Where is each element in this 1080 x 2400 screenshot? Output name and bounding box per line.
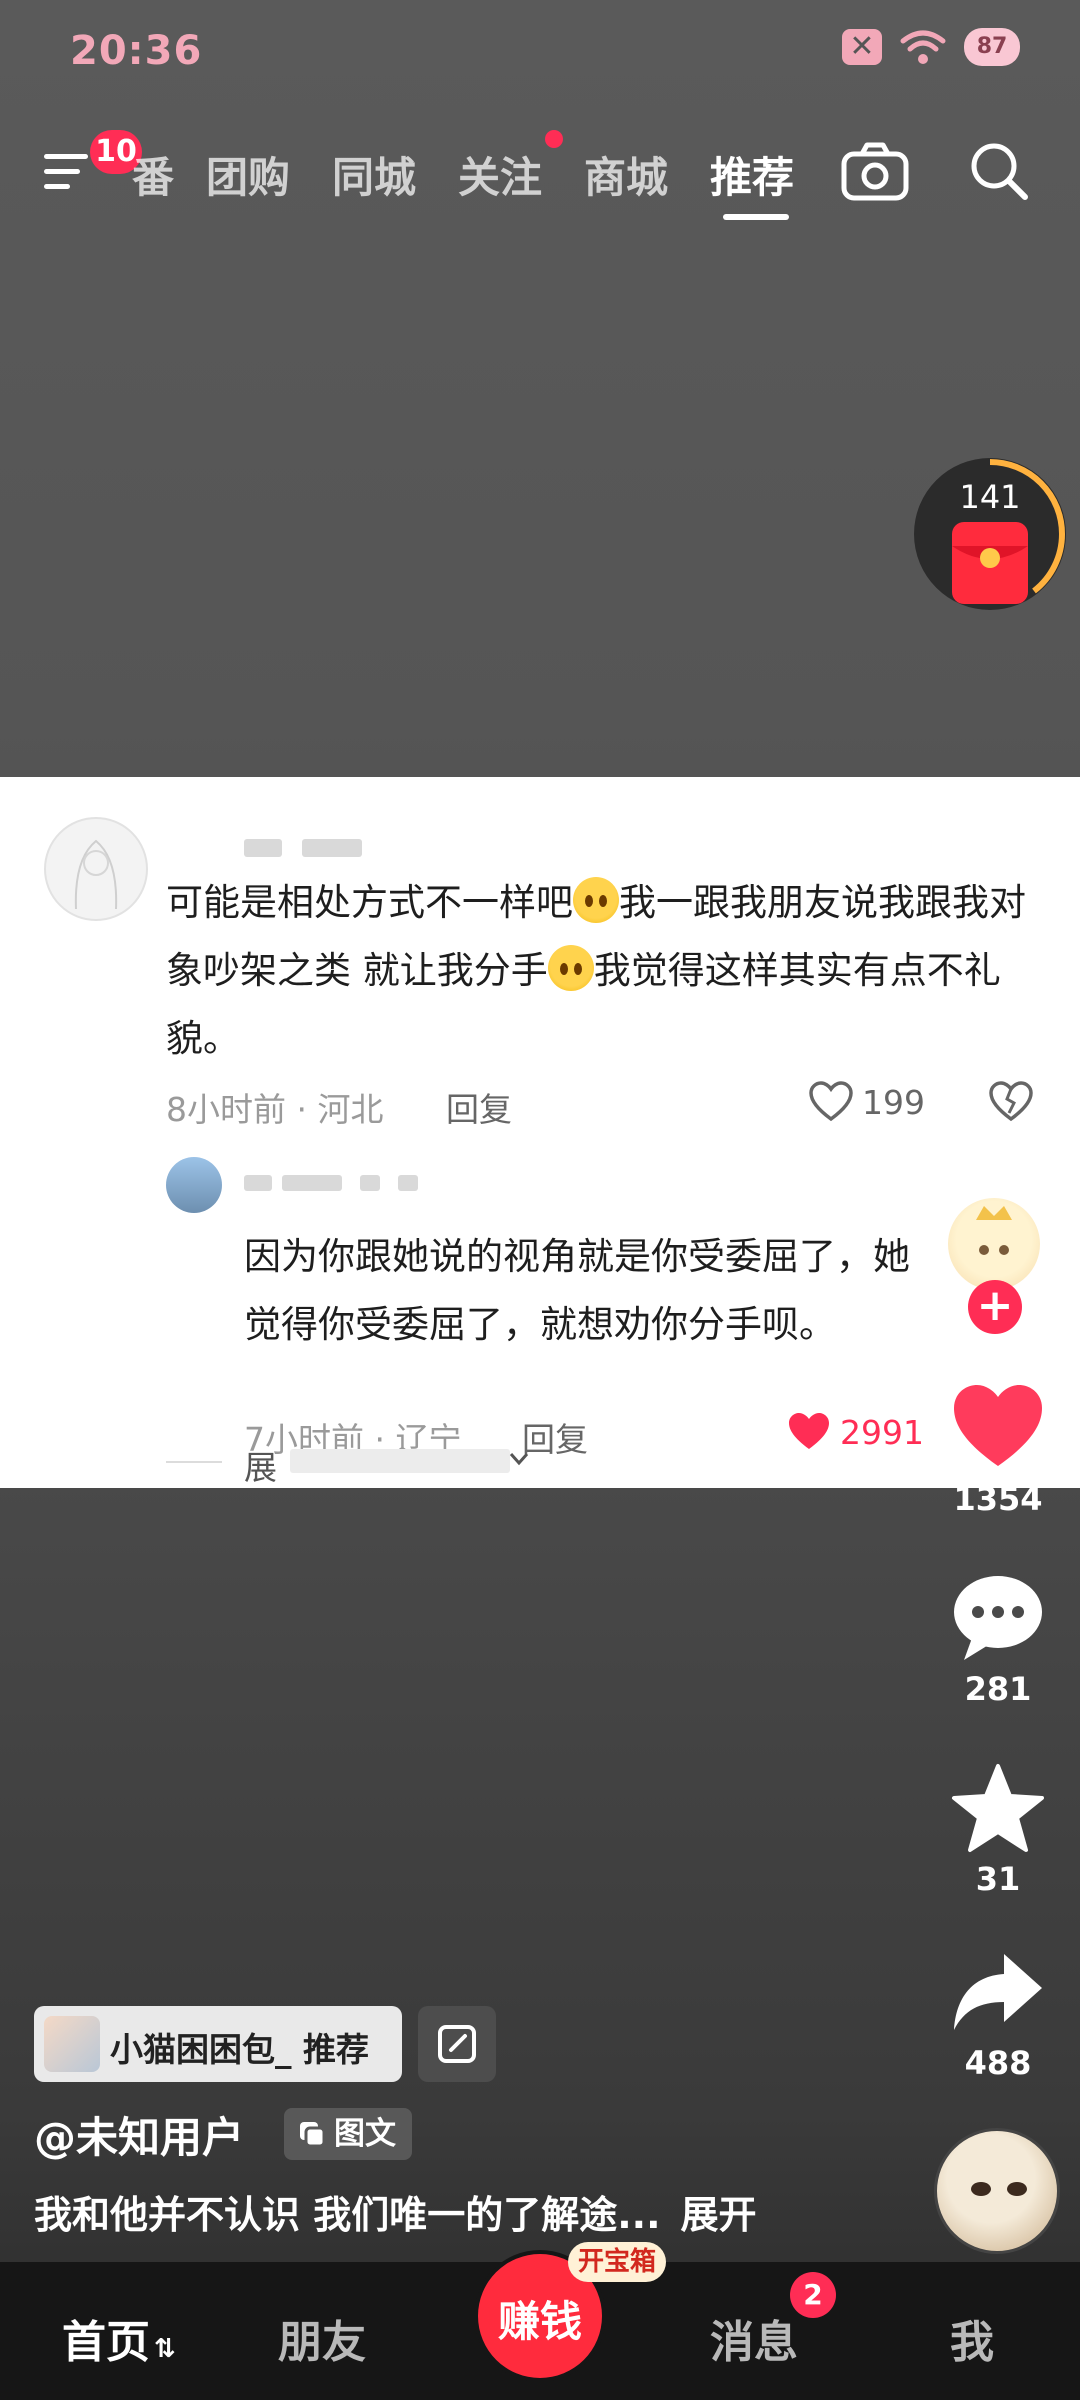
post-type-label: 图文 xyxy=(334,2116,396,2152)
active-tab-underline xyxy=(723,214,789,220)
recommend-chip[interactable]: 小猫困困包_ 推荐 xyxy=(34,2006,402,2082)
reply-button[interactable]: 回复 xyxy=(446,1083,512,1131)
favorite-count: 31 xyxy=(975,1860,1021,1898)
gallery-icon xyxy=(300,2122,326,2148)
tab-mall[interactable]: 商城 xyxy=(584,144,668,205)
bottom-nav: 首页 ⇅ 朋友 赚钱 开宝箱 消息 2 我 xyxy=(0,2242,1080,2400)
creator-avatar-sticker[interactable] xyxy=(948,1198,1040,1290)
nav-earn-label: 赚钱 xyxy=(497,2297,582,2346)
share-count: 488 xyxy=(964,2044,1032,2082)
username-blurred xyxy=(244,1175,272,1191)
red-packet-count: 141 xyxy=(959,478,1021,516)
expand-description-button[interactable]: 展开 xyxy=(681,2193,757,2237)
battery-indicator: 87 xyxy=(964,28,1020,66)
nav-home[interactable]: 首页 ⇅ xyxy=(62,2306,176,2370)
broken-heart-icon[interactable] xyxy=(988,1081,1034,1123)
search-icon[interactable] xyxy=(968,140,1030,202)
tab-partial[interactable]: 番 xyxy=(132,144,174,205)
username-blurred xyxy=(302,839,362,857)
reply-text: 因为你跟她说的视角就是你受委屈了，她觉得你受委屈了，就想劝你分手呗。 xyxy=(244,1235,910,1346)
music-disc-avatar[interactable] xyxy=(934,2128,1060,2254)
username-blurred xyxy=(244,839,282,857)
commenter-avatar[interactable] xyxy=(44,817,148,921)
chevron-down-icon[interactable] xyxy=(508,1451,530,1467)
expand-replies[interactable]: 展 xyxy=(244,1441,277,1488)
author-name[interactable]: @未知用户 xyxy=(34,2104,244,2165)
refresh-swap-icon: ⇅ xyxy=(154,2334,176,2364)
red-envelope-icon xyxy=(952,522,1028,604)
avatar-sketch xyxy=(74,839,118,910)
crown-icon xyxy=(976,1206,1012,1255)
comment-panel: 可能是相处方式不一样吧 我一跟我朋友说我跟我对象吵架之类 就让我分手 我觉得这样其实… xyxy=(0,777,1080,1488)
nav-messages[interactable]: 消息 xyxy=(710,2306,798,2370)
disc-face-icon xyxy=(971,2182,1027,2196)
wifi-icon xyxy=(900,30,946,64)
recommend-chip-label: 小猫困困包_ 推荐 xyxy=(110,2030,369,2069)
nav-me[interactable]: 我 xyxy=(950,2306,994,2370)
chip-thumbnail xyxy=(44,2016,100,2072)
nav-home-label: 首页 xyxy=(62,2317,150,2368)
replier-avatar[interactable] xyxy=(166,1157,222,1213)
like-heart-icon[interactable] xyxy=(950,1382,1046,1472)
top-nav: 10 番 团购 同城 关注 商城 推荐 xyxy=(40,130,1040,220)
follow-plus-button[interactable]: + xyxy=(968,1280,1022,1334)
menu-icon[interactable] xyxy=(44,150,94,194)
post-description: 我和他并不认识 我们唯一的了解途... 展开 xyxy=(34,2184,757,2239)
expand-blurred xyxy=(290,1449,510,1473)
heart-outline-icon[interactable] xyxy=(808,1081,854,1123)
pleading-face-emoji xyxy=(573,877,619,923)
favorite-star-icon[interactable] xyxy=(950,1762,1046,1854)
comment-like-count: 199 xyxy=(862,1083,925,1122)
like-count: 1354 xyxy=(953,1480,1043,1518)
reply-like-count: 2991 xyxy=(840,1413,924,1452)
following-dot xyxy=(545,130,563,148)
username-blurred xyxy=(398,1175,418,1191)
treasure-box-tag: 开宝箱 xyxy=(568,2242,667,2282)
expand-divider xyxy=(166,1461,222,1463)
tab-recommend[interactable]: 推荐 xyxy=(710,144,794,205)
reply-button[interactable]: 回复 xyxy=(522,1413,588,1461)
edit-icon xyxy=(438,2025,476,2063)
tab-following[interactable]: 关注 xyxy=(458,144,542,205)
camera-icon[interactable] xyxy=(840,140,910,202)
status-time: 20:36 xyxy=(70,28,203,74)
edit-button[interactable] xyxy=(418,2006,496,2082)
post-type-tag: 图文 xyxy=(284,2108,412,2160)
tab-local[interactable]: 同城 xyxy=(332,144,416,205)
nav-friends[interactable]: 朋友 xyxy=(278,2306,366,2370)
tab-group-buy[interactable]: 团购 xyxy=(206,144,290,205)
messages-badge: 2 xyxy=(790,2272,836,2318)
description-text: 我和他并不认识 我们唯一的了解途... xyxy=(34,2193,661,2237)
red-packet-widget[interactable]: 141 xyxy=(914,458,1066,610)
status-icons: ✕ 87 xyxy=(842,28,1020,66)
comment-meta: 8小时前 · 河北 xyxy=(166,1090,384,1129)
heart-filled-icon[interactable] xyxy=(786,1411,832,1453)
share-arrow-icon[interactable] xyxy=(950,1948,1046,2038)
comment-count: 281 xyxy=(964,1670,1032,1708)
pleading-face-emoji xyxy=(547,945,594,991)
comment-bubble-icon[interactable] xyxy=(950,1572,1046,1662)
username-blurred xyxy=(360,1175,380,1191)
comment-text: 可能是相处方式不一样吧 我一跟我朋友说我跟我对象吵架之类 就让我分手 我觉得这样其实… xyxy=(166,869,1026,1073)
username-blurred xyxy=(282,1175,342,1191)
notification-x-icon: ✕ xyxy=(842,29,882,65)
